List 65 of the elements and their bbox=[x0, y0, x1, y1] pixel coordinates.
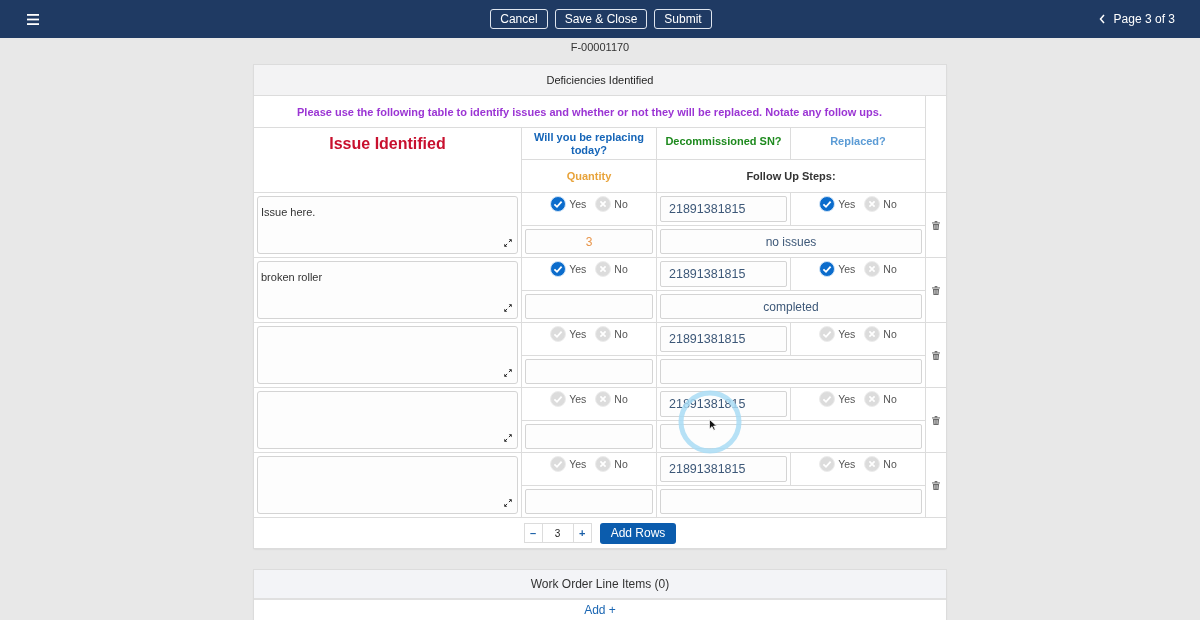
radio-button[interactable]: Yes bbox=[819, 326, 856, 342]
radio-button[interactable]: No bbox=[595, 391, 628, 407]
follow-up-field[interactable]: completed bbox=[660, 294, 922, 319]
header-button[interactable]: Save & Close bbox=[554, 9, 648, 29]
trash-icon[interactable] bbox=[932, 415, 940, 425]
trash-icon[interactable] bbox=[932, 285, 940, 295]
decrement-button[interactable]: – bbox=[523, 523, 543, 543]
radio-button[interactable]: Yes bbox=[819, 456, 856, 472]
follow-up-field[interactable] bbox=[660, 489, 922, 514]
record-id: F-00001170 bbox=[570, 41, 630, 53]
radio-button[interactable]: No bbox=[864, 391, 897, 407]
radio-button[interactable]: Yes bbox=[550, 196, 587, 212]
serial-number-field[interactable]: 21891381815 bbox=[660, 196, 787, 222]
radio-button[interactable]: Yes bbox=[550, 391, 587, 407]
row-count-field[interactable]: 3 bbox=[542, 523, 573, 543]
column-header: Issue Identified bbox=[329, 135, 446, 154]
quantity-field[interactable] bbox=[525, 424, 653, 449]
follow-up-field[interactable]: no issues bbox=[660, 229, 922, 254]
header-button[interactable]: Cancel bbox=[490, 9, 548, 29]
radio-button[interactable]: Yes bbox=[550, 326, 587, 342]
issue-textarea[interactable]: broken roller bbox=[257, 261, 518, 319]
radio-button[interactable]: No bbox=[864, 261, 897, 277]
radio-button[interactable]: Yes bbox=[819, 196, 856, 212]
instruction-text: Please use the following table to identify issues and whether or not they will be replaced. Notate any follow ups. bbox=[297, 105, 882, 118]
expand-icon[interactable] bbox=[504, 499, 512, 507]
quantity-field[interactable] bbox=[525, 294, 653, 319]
quantity-field[interactable] bbox=[525, 359, 653, 384]
serial-number-field[interactable]: 21891381815 bbox=[660, 456, 787, 482]
add-rows-button[interactable]: Add Rows bbox=[599, 522, 677, 544]
column-header: Decommissioned SN? bbox=[665, 135, 782, 149]
radio-button[interactable]: Yes bbox=[550, 456, 587, 472]
column-header: Quantity bbox=[566, 170, 612, 182]
header-button[interactable]: Submit bbox=[654, 9, 712, 29]
quantity-field[interactable] bbox=[525, 489, 653, 514]
radio-button[interactable]: No bbox=[864, 456, 897, 472]
column-header: Will you be replacing today? bbox=[533, 131, 645, 158]
page-indicator: Page 3 of 3 bbox=[1113, 12, 1175, 26]
trash-icon[interactable] bbox=[932, 220, 940, 230]
card-title: Work Order Line Items (0) bbox=[530, 577, 670, 591]
expand-icon[interactable] bbox=[504, 304, 512, 312]
radio-button[interactable]: No bbox=[595, 456, 628, 472]
serial-number-field[interactable]: 21891381815 bbox=[660, 326, 787, 352]
radio-button[interactable]: Yes bbox=[819, 261, 856, 277]
card-title: Deficiencies Identified bbox=[546, 74, 654, 86]
expand-icon[interactable] bbox=[504, 434, 512, 442]
serial-number-field[interactable]: 21891381815 bbox=[660, 261, 787, 287]
menu-icon[interactable] bbox=[27, 13, 39, 25]
follow-up-field[interactable] bbox=[660, 424, 922, 449]
radio-button[interactable]: No bbox=[864, 326, 897, 342]
chevron-left-icon[interactable] bbox=[1098, 14, 1105, 24]
column-header: Replaced? bbox=[830, 135, 886, 149]
trash-icon[interactable] bbox=[932, 480, 940, 490]
follow-up-field[interactable] bbox=[660, 359, 922, 384]
trash-icon[interactable] bbox=[932, 350, 940, 360]
add-link[interactable]: Add + bbox=[584, 603, 616, 617]
expand-icon[interactable] bbox=[504, 369, 512, 377]
radio-button[interactable]: No bbox=[595, 326, 628, 342]
radio-button[interactable]: Yes bbox=[819, 391, 856, 407]
radio-button[interactable]: No bbox=[864, 196, 897, 212]
issue-textarea[interactable]: Issue here. bbox=[257, 196, 518, 254]
radio-button[interactable]: Yes bbox=[550, 261, 587, 277]
column-header: Follow Up Steps: bbox=[746, 170, 836, 182]
radio-button[interactable]: No bbox=[595, 261, 628, 277]
expand-icon[interactable] bbox=[504, 239, 512, 247]
radio-button[interactable]: No bbox=[595, 196, 628, 212]
